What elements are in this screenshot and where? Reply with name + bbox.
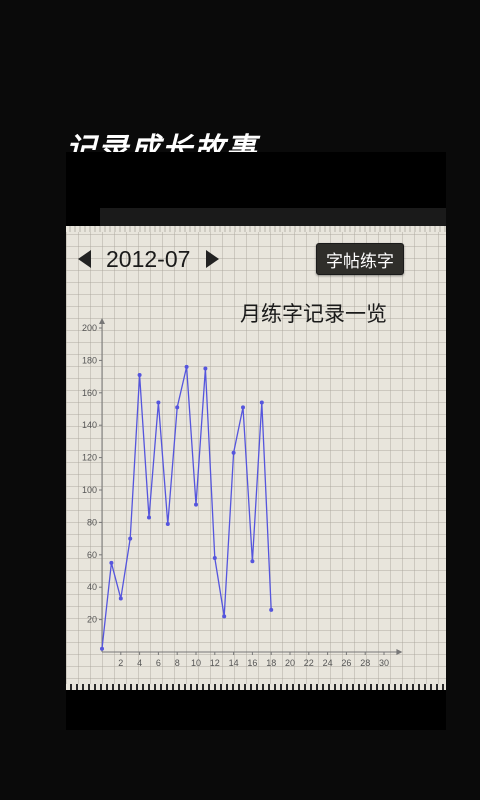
x-tick-label: 4 [137,658,142,668]
y-tick-label: 160 [82,388,97,398]
data-point [175,405,180,410]
x-tick-label: 8 [175,658,180,668]
x-axis-arrow [396,649,403,655]
y-tick-label: 80 [87,517,97,527]
data-point [184,364,189,369]
copybook-practice-button[interactable]: 字帖练字 [316,243,404,275]
x-tick-label: 22 [304,658,314,668]
x-tick-label: 20 [285,658,295,668]
data-point [100,646,104,651]
x-tick-label: 10 [191,658,201,668]
data-point [231,450,236,455]
caret-left-icon[interactable] [78,250,91,268]
data-point [109,560,114,565]
y-tick-label: 100 [82,485,97,495]
x-tick-label: 30 [379,658,389,668]
data-point [194,502,198,507]
x-tick-label: 24 [323,658,333,668]
data-point [222,614,227,619]
x-tick-label: 2 [118,658,123,668]
y-tick-label: 120 [82,453,97,463]
data-point [241,405,245,410]
x-tick-label: 14 [229,658,239,668]
x-tick-label: 18 [266,658,276,668]
data-point [203,366,208,371]
data-point [137,372,142,377]
data-point [212,556,217,561]
x-tick-label: 12 [210,658,220,668]
y-axis-arrow [99,318,105,324]
practice-line-chart: 2 4 6 8 10 12 14 16 18 20 22 24 26 28 3020406080100120… [82,318,403,668]
card-footer [66,690,446,730]
data-point [259,400,264,405]
y-tick-label: 40 [87,582,97,592]
y-tick-label: 140 [82,420,97,430]
x-tick-label: 28 [360,658,370,668]
x-tick-label: 16 [247,658,257,668]
data-point [250,559,255,564]
data-point [128,536,133,541]
card-header-band [100,208,446,228]
y-tick-label: 180 [82,355,97,365]
data-point [118,596,123,601]
y-tick-label: 60 [87,550,97,560]
y-tick-label: 20 [87,615,97,625]
y-tick-label: 200 [82,323,97,333]
data-point [147,515,151,520]
x-tick-label: 26 [341,658,351,668]
data-point [165,522,170,527]
month-navigator: 2012-07 字帖练字 [66,240,446,280]
caret-right-icon[interactable] [206,250,219,268]
data-point [269,607,274,612]
x-tick-label: 6 [156,658,161,668]
series-line [101,366,272,649]
data-point [156,400,161,405]
paper-torn-edge-top [66,226,446,232]
current-month: 2012-07 [106,246,191,272]
